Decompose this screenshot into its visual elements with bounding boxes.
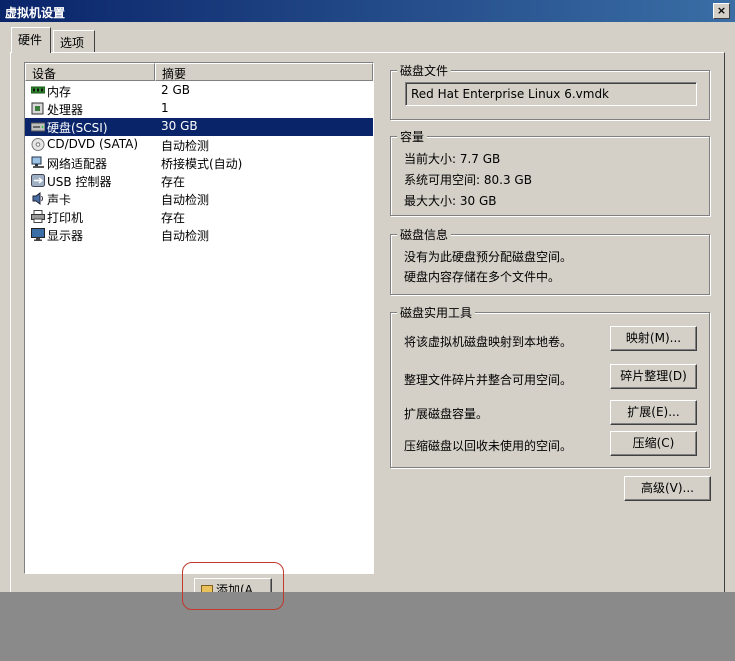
column-header-device[interactable]: 设备 — [25, 63, 155, 81]
expand-button[interactable]: 扩展(E)... — [610, 400, 697, 425]
expand-button-label: 扩展(E)... — [627, 405, 680, 419]
defragment-button[interactable]: 碎片整理(D) — [610, 364, 697, 389]
device-name: 声卡 — [47, 193, 72, 207]
device-row-display[interactable]: 显示器 自动检测 — [25, 226, 373, 244]
disk-info-line-1: 没有为此硬盘预分配磁盘空间。 — [404, 250, 573, 264]
disk-info-group: 磁盘信息 没有为此硬盘预分配磁盘空间。 硬盘内容存储在多个文件中。 — [390, 226, 710, 295]
usb-icon — [31, 174, 45, 187]
expand-description: 扩展磁盘容量。 — [404, 407, 489, 421]
device-summary: 存在 — [161, 175, 186, 189]
window-title: 虚拟机设置 — [5, 6, 66, 20]
device-row-network-adapter[interactable]: 网络适配器 桥接模式(自动) — [25, 154, 373, 172]
column-header-device-label: 设备 — [32, 67, 57, 81]
hard-disk-icon — [31, 122, 45, 132]
tab-hardware[interactable]: 硬件 — [11, 27, 51, 53]
close-button[interactable]: × — [713, 3, 730, 19]
sound-card-icon — [32, 192, 43, 205]
defragment-button-label: 碎片整理(D) — [620, 369, 687, 383]
network-adapter-icon — [31, 156, 44, 168]
device-summary: 1 — [161, 101, 169, 115]
compact-description: 压缩磁盘以回收未使用的空间。 — [404, 439, 573, 453]
list-header: 设备 摘要 — [25, 63, 373, 81]
memory-icon — [31, 86, 45, 94]
device-summary: 自动检测 — [161, 139, 210, 153]
disk-utilities-legend: 磁盘实用工具 — [397, 304, 476, 321]
compact-button-label: 压缩(C) — [632, 436, 675, 450]
device-summary: 2 GB — [161, 83, 190, 97]
column-header-summary-label: 摘要 — [162, 67, 187, 81]
defrag-description: 整理文件碎片并整合可用空间。 — [404, 373, 573, 387]
device-row-hard-disk[interactable]: 硬盘(SCSI) 30 GB — [25, 118, 373, 136]
capacity-group: 容量 当前大小: 7.7 GB 系统可用空间: 80.3 GB 最大大小: 30… — [390, 128, 710, 216]
device-name: 硬盘(SCSI) — [47, 121, 108, 135]
advanced-button-label: 高级(V)... — [640, 481, 695, 495]
map-button-label: 映射(M)... — [625, 331, 682, 345]
map-button[interactable]: 映射(M)... — [610, 326, 697, 351]
capacity-legend: 容量 — [397, 128, 428, 145]
disk-info-line-2: 硬盘内容存储在多个文件中。 — [404, 270, 561, 284]
device-row-sound-card[interactable]: 声卡 自动检测 — [25, 190, 373, 208]
disk-file-value: Red Hat Enterprise Linux 6.vmdk — [411, 87, 610, 101]
current-size-text: 当前大小: 7.7 GB — [404, 152, 501, 166]
disk-file-legend: 磁盘文件 — [397, 62, 452, 79]
device-name: USB 控制器 — [47, 175, 112, 189]
device-name: 内存 — [47, 85, 72, 99]
device-summary: 存在 — [161, 211, 186, 225]
tab-options-label: 选项 — [60, 36, 85, 50]
display-icon — [31, 228, 45, 241]
cropped-gray-area — [0, 592, 735, 661]
printer-icon — [31, 210, 45, 223]
device-name: 网络适配器 — [47, 157, 108, 171]
device-row-printer[interactable]: 打印机 存在 — [25, 208, 373, 226]
device-row-usb-controller[interactable]: USB 控制器 存在 — [25, 172, 373, 190]
device-summary: 自动检测 — [161, 229, 210, 243]
device-row-processor[interactable]: 处理器 1 — [25, 100, 373, 118]
device-summary: 自动检测 — [161, 193, 210, 207]
disk-file-field[interactable]: Red Hat Enterprise Linux 6.vmdk — [405, 82, 697, 106]
processor-icon — [31, 102, 44, 115]
advanced-button[interactable]: 高级(V)... — [624, 476, 711, 501]
tab-hardware-label: 硬件 — [18, 33, 43, 47]
title-bar[interactable]: 虚拟机设置 × — [0, 0, 735, 22]
device-name: 显示器 — [47, 229, 84, 243]
system-free-space-text: 系统可用空间: 80.3 GB — [404, 173, 532, 187]
device-name: 处理器 — [47, 103, 84, 117]
device-summary: 桥接模式(自动) — [161, 157, 243, 171]
tab-options[interactable]: 选项 — [53, 30, 95, 52]
device-row-cd-dvd[interactable]: CD/DVD (SATA) 自动检测 — [25, 136, 373, 154]
close-icon: × — [716, 4, 727, 17]
cd-dvd-icon — [31, 138, 45, 151]
map-description: 将该虚拟机磁盘映射到本地卷。 — [404, 335, 573, 349]
device-name: 打印机 — [47, 211, 84, 225]
vm-settings-window: 虚拟机设置 × 硬件 选项 设备 摘要 内存 2 GB 处理器 1 硬盘(SCS… — [0, 0, 735, 592]
compact-button[interactable]: 压缩(C) — [610, 431, 697, 456]
disk-info-legend: 磁盘信息 — [397, 226, 452, 243]
disk-utilities-group: 磁盘实用工具 将该虚拟机磁盘映射到本地卷。 映射(M)... 整理文件碎片并整合… — [390, 304, 710, 468]
device-row-memory[interactable]: 内存 2 GB — [25, 82, 373, 100]
device-summary: 30 GB — [161, 119, 198, 133]
disk-file-group: 磁盘文件 Red Hat Enterprise Linux 6.vmdk — [390, 62, 710, 120]
highlight-annotation — [182, 562, 284, 610]
max-size-text: 最大大小: 30 GB — [404, 194, 497, 208]
device-list[interactable]: 设备 摘要 内存 2 GB 处理器 1 硬盘(SCSI) 30 GB CD/DV… — [24, 62, 374, 574]
column-header-summary[interactable]: 摘要 — [155, 63, 373, 81]
device-name: CD/DVD (SATA) — [47, 137, 139, 151]
